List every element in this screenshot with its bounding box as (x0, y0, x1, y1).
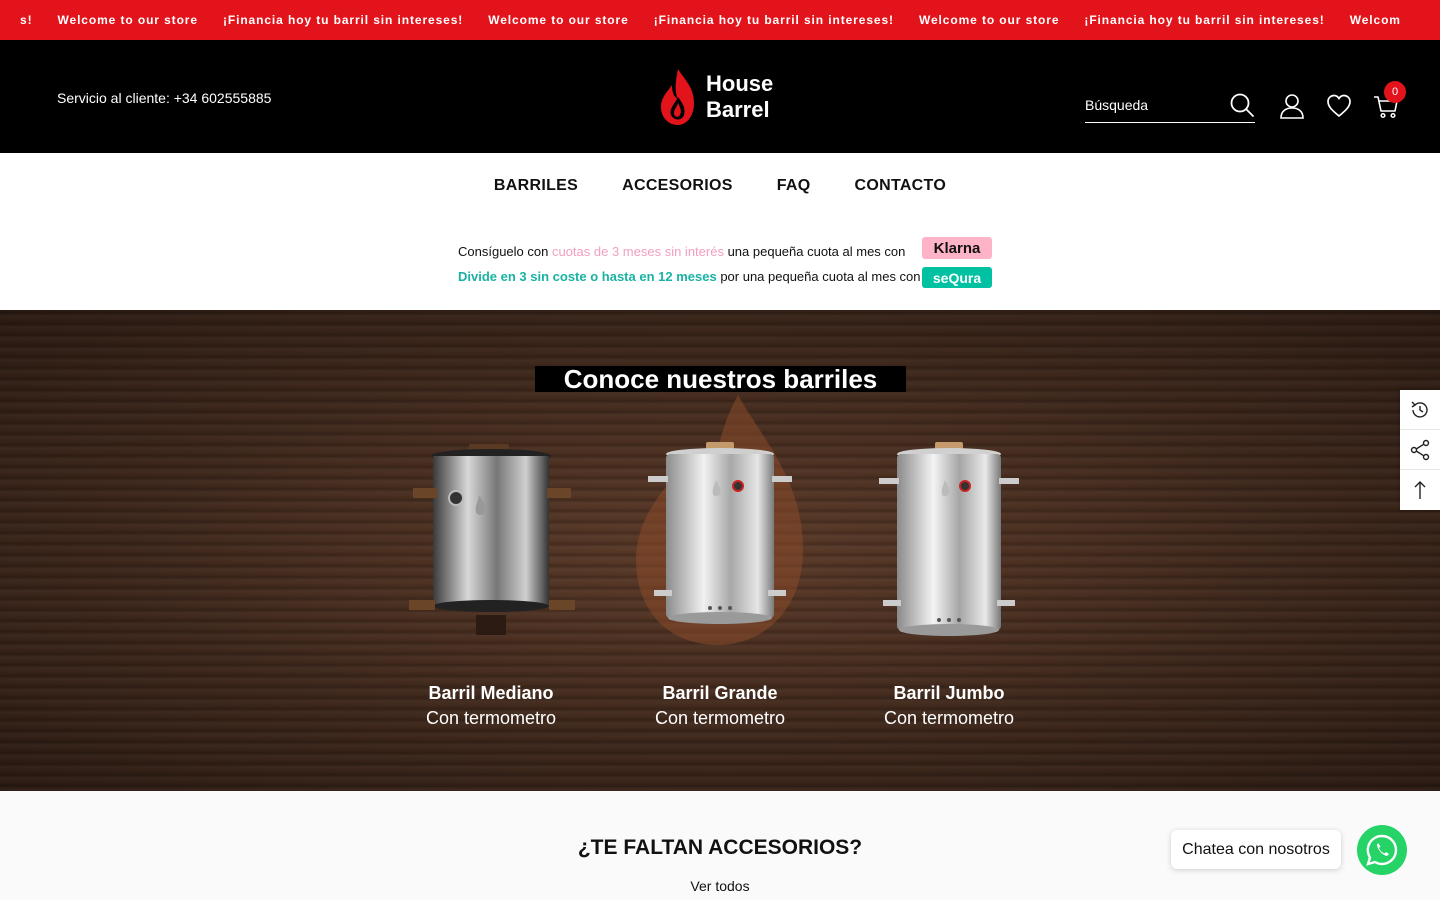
announcement-edge (1420, 0, 1440, 40)
product-card-barril-jumbo[interactable]: Barril Jumbo Con termometro (859, 440, 1039, 729)
product-name[interactable]: Barril Mediano (401, 683, 581, 704)
barrel-jumbo-image[interactable] (859, 440, 1039, 640)
chat-bubble[interactable]: Chatea con nosotros (1171, 830, 1341, 869)
announcement-item: Welcome to our store (918, 13, 1060, 27)
search-input[interactable] (1085, 92, 1225, 118)
announcement-item: Welcom (1349, 13, 1401, 27)
barrel-mediano-image[interactable] (401, 440, 581, 640)
customer-service-text: Servicio al cliente: +34 602555885 (57, 90, 272, 106)
search-icon[interactable] (1229, 92, 1255, 118)
back-to-top-icon (1414, 481, 1426, 499)
section-title: Conoce nuestros barriles (535, 364, 906, 394)
announcement-item: ¡Financia hoy tu barril sin intereses! (222, 13, 464, 27)
nav-item-accesorios[interactable]: ACCESORIOS (622, 177, 733, 195)
announcement-track: s! Welcome to our store ¡Financia hoy tu… (20, 0, 1426, 40)
klarna-logo: Klarna (922, 237, 992, 259)
sequra-logo: seQura (922, 267, 992, 288)
whatsapp-icon (1366, 834, 1398, 866)
share-button[interactable] (1400, 430, 1440, 470)
side-toolbar (1400, 390, 1440, 510)
announcement-item: s! (20, 13, 33, 27)
announcement-item: Welcome to our store (57, 13, 198, 27)
main-nav: BARRILES ACCESORIOS FAQ CONTACTO (0, 153, 1440, 219)
barrels-section: Conoce nuestros barriles Barril Mediano … (0, 310, 1440, 791)
site-logo[interactable]: House Barrel (658, 67, 773, 127)
product-card-barril-grande[interactable]: Barril Grande Con termometro (630, 440, 810, 729)
site-header: Servicio al cliente: +34 602555885 House… (0, 40, 1440, 153)
search-box (1085, 92, 1255, 123)
klarna-line: Consíguelo con cuotas de 3 meses sin int… (458, 244, 905, 259)
klarna-highlight: cuotas de 3 meses sin interés (551, 244, 724, 259)
barrel-grande-image[interactable] (630, 440, 810, 640)
account-icon[interactable] (1278, 92, 1306, 120)
logo-line-2: Barrel (706, 97, 770, 122)
announcement-bar: s! Welcome to our store ¡Financia hoy tu… (0, 0, 1440, 40)
whatsapp-button[interactable] (1357, 825, 1407, 875)
view-all-link[interactable]: Ver todos (0, 878, 1440, 894)
wishlist-icon[interactable] (1325, 92, 1353, 120)
flame-logo-icon (661, 69, 694, 125)
logo-line-1: House (706, 71, 774, 96)
announcement-item: Welcome to our store (488, 13, 629, 27)
recently-viewed-button[interactable] (1400, 390, 1440, 430)
logo-wordmark: House Barrel (706, 71, 773, 123)
sequra-line: Divide en 3 sin coste o hasta en 12 mese… (458, 269, 921, 284)
product-subtitle: Con termometro (425, 708, 557, 728)
product-name[interactable]: Barril Jumbo (859, 683, 1039, 704)
klarna-prefix: Consíguelo con (458, 244, 549, 259)
product-subtitle: Con termometro (883, 708, 1015, 728)
product-card-barril-mediano[interactable]: Barril Mediano Con termometro (401, 440, 581, 729)
announcement-item: ¡Financia hoy tu barril sin intereses! (653, 13, 894, 27)
product-name[interactable]: Barril Grande (630, 683, 810, 704)
share-icon (1410, 439, 1430, 460)
cart-count-badge: 0 (1384, 81, 1406, 103)
sequra-highlight: Divide en 3 sin coste o hasta en 12 mese… (458, 269, 717, 284)
financing-banner[interactable]: Consíguelo con cuotas de 3 meses sin int… (0, 219, 1440, 310)
announcement-item: ¡Financia hoy tu barril sin intereses! (1084, 13, 1325, 27)
recently-viewed-icon (1411, 401, 1428, 418)
nav-item-contacto[interactable]: CONTACTO (854, 177, 946, 195)
product-subtitle: Con termometro (654, 708, 786, 728)
back-to-top-button[interactable] (1400, 470, 1440, 510)
sequra-suffix: por una pequeña cuota al mes con (720, 269, 921, 284)
nav-item-barriles[interactable]: BARRILES (494, 177, 578, 195)
nav-item-faq[interactable]: FAQ (777, 177, 811, 195)
klarna-suffix: una pequeña cuota al mes con (727, 244, 906, 259)
